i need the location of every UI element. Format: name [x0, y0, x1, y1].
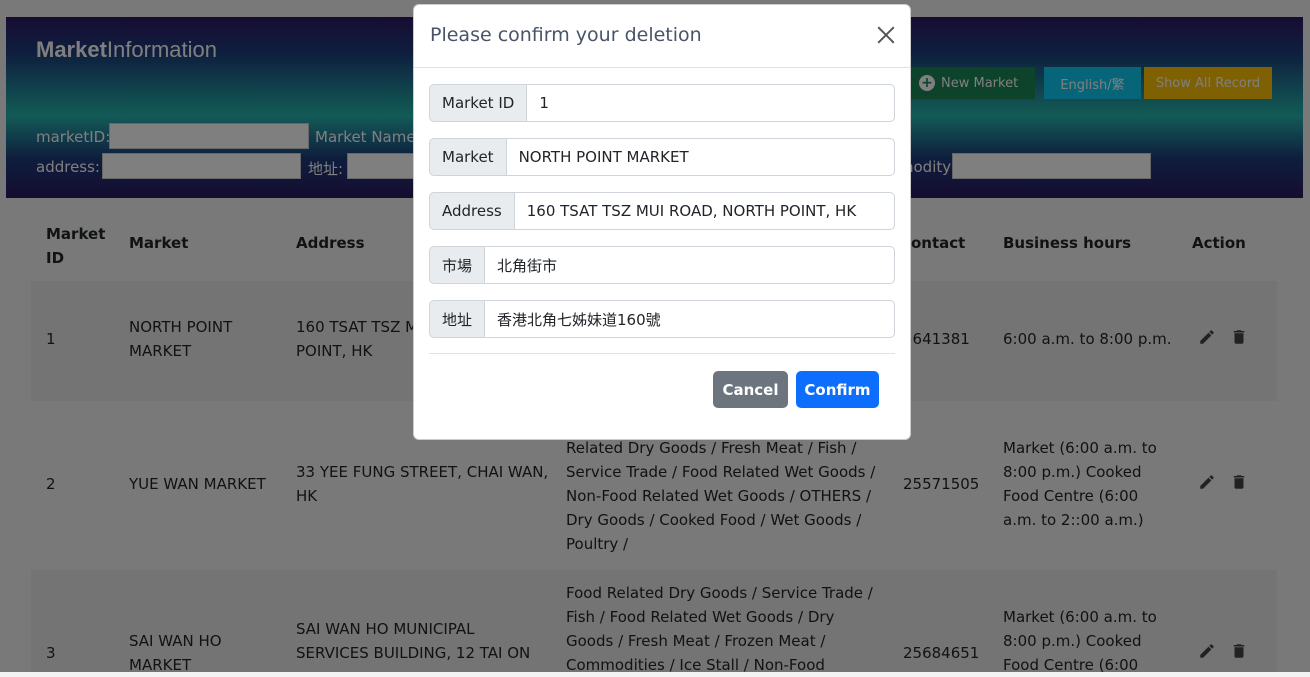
delete-confirmation-modal: Please confirm your deletion Market ID 1… [413, 4, 911, 440]
field-market-label: Market [429, 138, 506, 176]
field-address-zh: 地址 香港北角七姊妹道160號 [429, 300, 895, 338]
field-address-zh-value[interactable]: 香港北角七姊妹道160號 [484, 300, 895, 338]
field-address-label: Address [429, 192, 514, 230]
field-address-zh-label: 地址 [429, 300, 485, 338]
cancel-button[interactable]: Cancel [713, 371, 788, 408]
field-market-zh-label: 市場 [429, 246, 485, 284]
field-market-id: Market ID 1 [429, 84, 895, 122]
confirm-button[interactable]: Confirm [796, 371, 879, 408]
field-market-zh-value[interactable]: 北角街市 [484, 246, 895, 284]
modal-title: Please confirm your deletion [430, 24, 702, 46]
modal-divider [429, 353, 895, 354]
field-market: Market NORTH POINT MARKET [429, 138, 895, 176]
field-address: Address 160 TSAT TSZ MUI ROAD, NORTH POI… [429, 192, 895, 230]
field-market-value[interactable]: NORTH POINT MARKET [505, 138, 895, 176]
field-market-zh: 市場 北角街市 [429, 246, 895, 284]
close-icon[interactable] [876, 25, 896, 45]
field-address-value[interactable]: 160 TSAT TSZ MUI ROAD, NORTH POINT, HK [513, 192, 895, 230]
modal-header: Please confirm your deletion [414, 5, 910, 68]
field-market-id-label: Market ID [429, 84, 527, 122]
field-market-id-value[interactable]: 1 [526, 84, 895, 122]
